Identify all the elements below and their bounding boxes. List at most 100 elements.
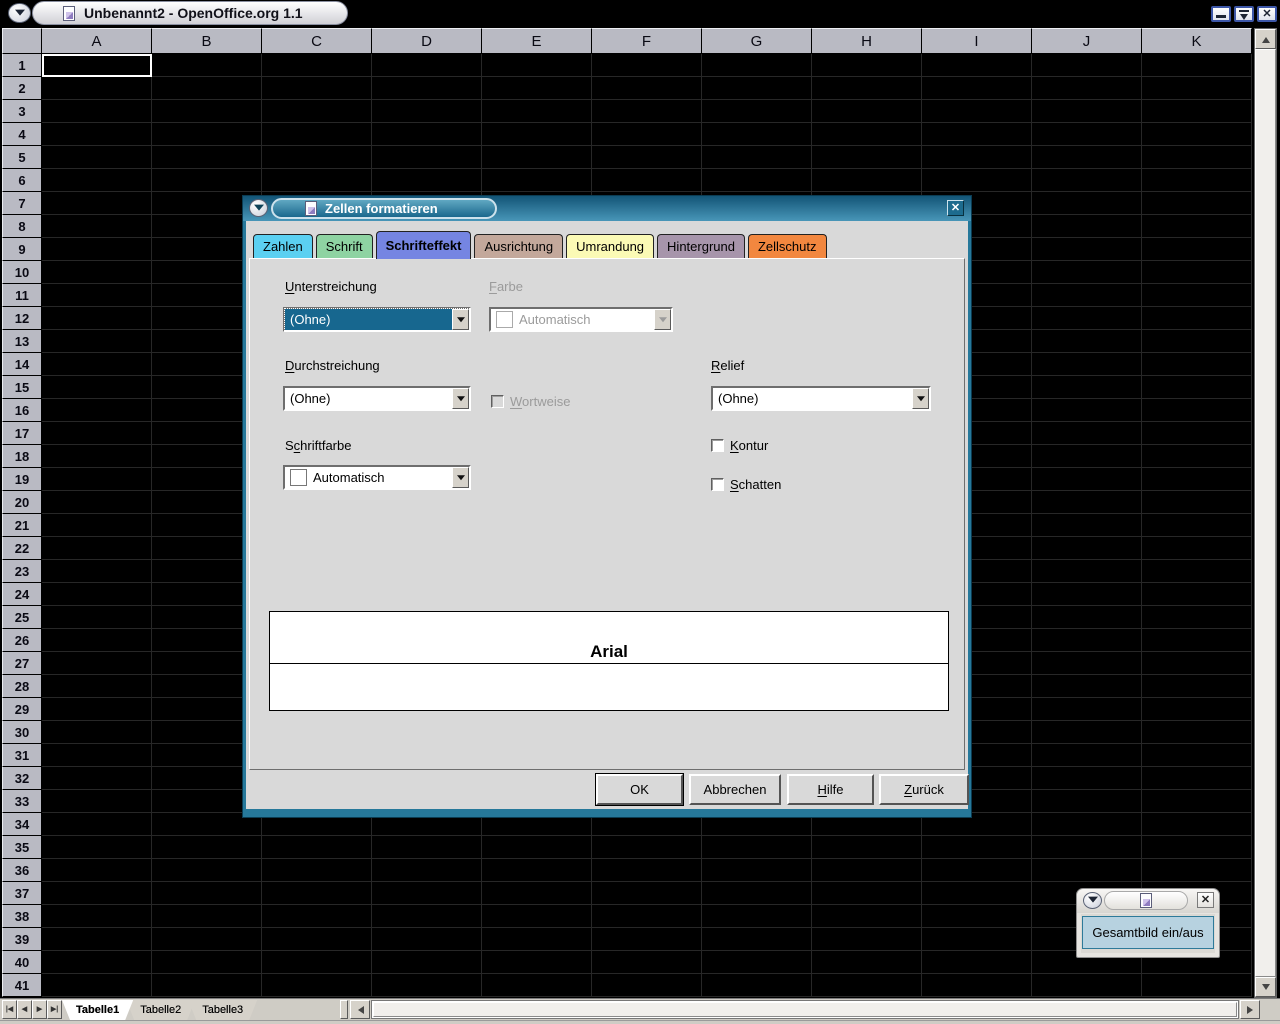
- row-header[interactable]: 7: [2, 192, 42, 215]
- row-header[interactable]: 12: [2, 307, 42, 330]
- row-header[interactable]: 24: [2, 583, 42, 606]
- window-menu-button[interactable]: [8, 3, 31, 23]
- previous-sheet-button[interactable]: ◀: [17, 1000, 32, 1019]
- column-header[interactable]: C: [262, 28, 372, 54]
- sheet-tab[interactable]: Tabelle2: [126, 1000, 195, 1020]
- vertical-scrollbar[interactable]: [1254, 28, 1277, 998]
- back-button[interactable]: Zurück: [879, 774, 969, 805]
- row-header[interactable]: 18: [2, 445, 42, 468]
- overview-close-button[interactable]: ✕: [1197, 892, 1214, 908]
- last-sheet-button[interactable]: ▶|: [47, 1000, 62, 1019]
- row-header[interactable]: 19: [2, 468, 42, 491]
- row-header[interactable]: 1: [2, 54, 42, 77]
- strikethrough-dropdown[interactable]: (Ohne): [283, 386, 471, 411]
- row-header[interactable]: 30: [2, 721, 42, 744]
- dropdown-arrow-icon[interactable]: [452, 309, 469, 330]
- shadow-checkbox[interactable]: [711, 478, 724, 491]
- scroll-down-button[interactable]: [1255, 977, 1276, 997]
- row-header[interactable]: 28: [2, 675, 42, 698]
- row-header[interactable]: 22: [2, 537, 42, 560]
- dialog-tab[interactable]: Schrifteffekt: [376, 231, 472, 259]
- row-header[interactable]: 10: [2, 261, 42, 284]
- dropdown-arrow-icon[interactable]: [912, 388, 929, 409]
- dialog-titlebar[interactable]: Zellen formatieren ✕: [243, 196, 971, 221]
- row-header[interactable]: 31: [2, 744, 42, 767]
- select-all-corner[interactable]: [2, 28, 42, 54]
- row-header[interactable]: 38: [2, 905, 42, 928]
- window-titlebar[interactable]: Unbenannt2 - OpenOffice.org 1.1 ✕: [0, 0, 1280, 26]
- row-header[interactable]: 26: [2, 629, 42, 652]
- scroll-right-button[interactable]: [1240, 1000, 1260, 1019]
- outline-checkbox[interactable]: [711, 439, 724, 452]
- cancel-button[interactable]: Abbrechen: [689, 774, 781, 805]
- row-header[interactable]: 14: [2, 353, 42, 376]
- row-header[interactable]: 9: [2, 238, 42, 261]
- scroll-up-button[interactable]: [1255, 29, 1276, 49]
- row-header[interactable]: 20: [2, 491, 42, 514]
- sheet-tab[interactable]: Tabelle3: [188, 1000, 257, 1020]
- dialog-menu-button[interactable]: [249, 199, 268, 217]
- dialog-tab[interactable]: Umrandung: [566, 234, 654, 258]
- column-header[interactable]: K: [1142, 28, 1252, 54]
- outline-label[interactable]: Kontur: [730, 438, 768, 453]
- close-button[interactable]: ✕: [1257, 6, 1277, 22]
- row-header[interactable]: 2: [2, 77, 42, 100]
- row-header[interactable]: 35: [2, 836, 42, 859]
- overview-toggle-button[interactable]: Gesamtbild ein/aus: [1082, 916, 1214, 949]
- column-header[interactable]: F: [592, 28, 702, 54]
- first-sheet-button[interactable]: |◀: [2, 1000, 17, 1019]
- row-header[interactable]: 8: [2, 215, 42, 238]
- minimize-button[interactable]: [1211, 6, 1231, 22]
- row-header[interactable]: 13: [2, 330, 42, 353]
- row-header[interactable]: 6: [2, 169, 42, 192]
- ok-button[interactable]: OK: [596, 774, 683, 805]
- dialog-tab[interactable]: Ausrichtung: [474, 234, 563, 258]
- row-header[interactable]: 3: [2, 100, 42, 123]
- help-button[interactable]: Hilfe: [787, 774, 874, 805]
- tabbar-splitter[interactable]: [340, 1000, 348, 1019]
- row-header[interactable]: 40: [2, 951, 42, 974]
- horizontal-scrollbar-thumb[interactable]: [373, 1002, 1237, 1017]
- shade-button[interactable]: [1234, 6, 1254, 22]
- underline-dropdown[interactable]: (Ohne): [283, 307, 471, 332]
- row-header[interactable]: 11: [2, 284, 42, 307]
- row-header[interactable]: 21: [2, 514, 42, 537]
- window-title-pill[interactable]: Unbenannt2 - OpenOffice.org 1.1: [32, 1, 348, 25]
- row-header[interactable]: 32: [2, 767, 42, 790]
- row-header[interactable]: 27: [2, 652, 42, 675]
- dialog-tab[interactable]: Zellschutz: [748, 234, 827, 258]
- column-header[interactable]: I: [922, 28, 1032, 54]
- row-header[interactable]: 37: [2, 882, 42, 905]
- overview-titlebar[interactable]: ✕: [1077, 889, 1219, 913]
- column-header[interactable]: J: [1032, 28, 1142, 54]
- overview-title-pill[interactable]: [1104, 891, 1188, 910]
- row-header[interactable]: 39: [2, 928, 42, 951]
- overview-menu-button[interactable]: [1083, 892, 1102, 909]
- dropdown-arrow-icon[interactable]: [452, 467, 469, 488]
- row-header[interactable]: 29: [2, 698, 42, 721]
- row-header[interactable]: 23: [2, 560, 42, 583]
- next-sheet-button[interactable]: ▶: [32, 1000, 47, 1019]
- relief-dropdown[interactable]: (Ohne): [711, 386, 931, 411]
- dialog-close-button[interactable]: ✕: [947, 200, 964, 216]
- sheet-tab[interactable]: Tabelle1: [62, 1000, 133, 1020]
- row-header[interactable]: 4: [2, 123, 42, 146]
- vertical-scrollbar-thumb[interactable]: [1255, 49, 1276, 977]
- row-header[interactable]: 36: [2, 859, 42, 882]
- scroll-left-button[interactable]: [350, 1000, 370, 1019]
- row-header[interactable]: 33: [2, 790, 42, 813]
- fontcolor-dropdown[interactable]: Automatisch: [283, 465, 471, 490]
- column-header[interactable]: A: [42, 28, 152, 54]
- dialog-tab[interactable]: Schrift: [316, 234, 373, 258]
- shadow-label[interactable]: Schatten: [730, 477, 781, 492]
- row-header[interactable]: 41: [2, 974, 42, 997]
- column-header[interactable]: E: [482, 28, 592, 54]
- dialog-tab[interactable]: Hintergrund: [657, 234, 745, 258]
- row-header[interactable]: 34: [2, 813, 42, 836]
- column-header[interactable]: B: [152, 28, 262, 54]
- column-header[interactable]: H: [812, 28, 922, 54]
- row-header[interactable]: 5: [2, 146, 42, 169]
- horizontal-scrollbar[interactable]: [371, 1000, 1239, 1019]
- column-header[interactable]: G: [702, 28, 812, 54]
- dialog-tab[interactable]: Zahlen: [253, 234, 313, 258]
